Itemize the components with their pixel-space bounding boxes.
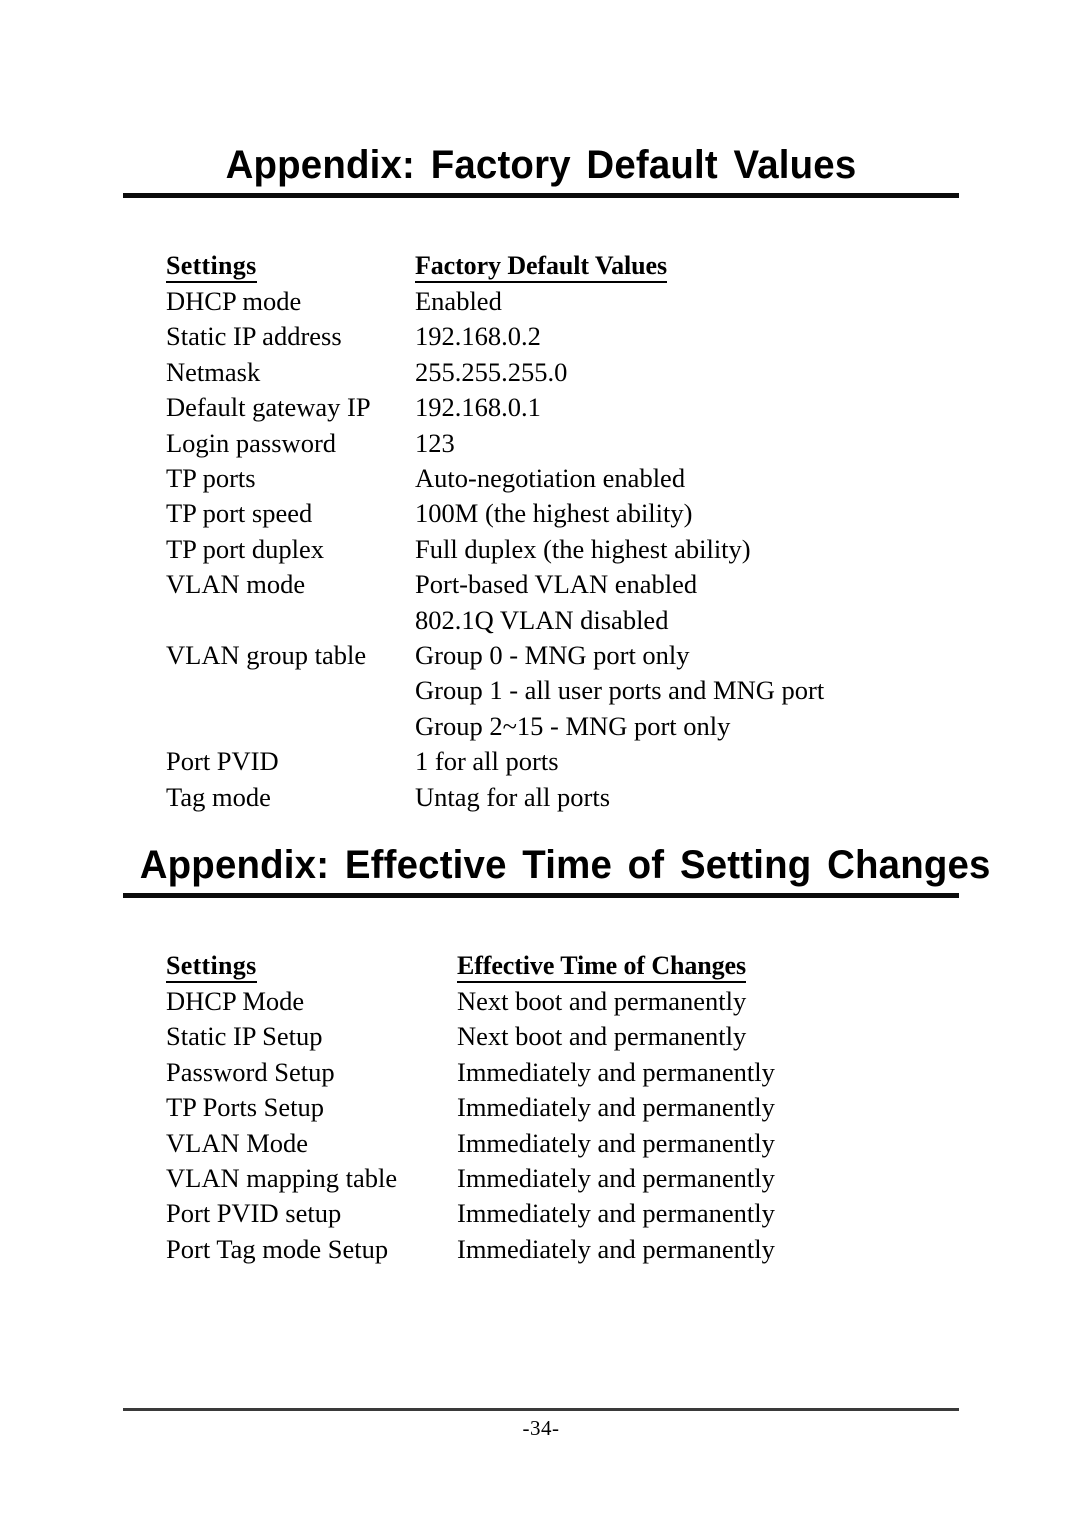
- setting-value: Immediately and permanently: [457, 1233, 775, 1264]
- factory-default-values-table: Settings Factory Default Values DHCP mod…: [166, 248, 824, 815]
- column-header-settings: Settings: [166, 248, 415, 284]
- setting-name: TP Ports Setup: [166, 1092, 325, 1123]
- setting-name: DHCP Mode: [166, 986, 305, 1016]
- setting-name: VLAN Mode: [166, 1127, 309, 1158]
- table-row: Static IP address 192.168.0.2: [166, 319, 824, 354]
- heading-title: Appendix: Effective Time of Setting Chan…: [139, 843, 991, 887]
- setting-value: 255.255.255.0: [415, 356, 568, 387]
- setting-value: 123: [415, 427, 455, 458]
- table-row: DHCP mode Enabled: [166, 284, 824, 319]
- table-row: Port PVID setup Immediately and permanen…: [166, 1196, 775, 1231]
- table-header-row: Settings Factory Default Values: [166, 248, 824, 284]
- table-row: Tag mode Untag for all ports: [166, 780, 824, 815]
- setting-name: VLAN mode: [166, 569, 306, 600]
- setting-value: 192.168.0.1: [415, 392, 541, 423]
- setting-name: Port Tag mode Setup: [166, 1233, 389, 1264]
- table-header-row: Settings Effective Time of Changes: [166, 948, 775, 984]
- setting-value: 192.168.0.2: [415, 321, 541, 352]
- setting-name: TP port duplex: [166, 533, 325, 564]
- heading-underline-rule: [123, 193, 959, 198]
- effective-time-of-changes-table: Settings Effective Time of Changes DHCP …: [166, 948, 775, 1267]
- setting-value-line: Group 0 - MNG port only: [415, 640, 690, 671]
- setting-name: VLAN mapping table: [166, 1163, 398, 1194]
- setting-value: 100M (the highest ability): [415, 498, 693, 529]
- setting-value: Group 0 - MNG port only Group 1 - all us…: [415, 638, 824, 744]
- setting-name: Netmask: [166, 356, 261, 387]
- setting-name: TP port speed: [166, 498, 313, 529]
- setting-value: Immediately and permanently: [457, 1127, 775, 1158]
- setting-value: Immediately and permanently: [457, 1163, 775, 1194]
- setting-value-line: 802.1Q VLAN disabled: [415, 604, 669, 635]
- setting-value: Next boot and permanently: [457, 1021, 747, 1052]
- setting-value: 1 for all ports: [415, 746, 559, 777]
- setting-value-line: Group 2~15 - MNG port only: [415, 710, 731, 741]
- setting-name: Static IP Setup: [166, 1021, 323, 1052]
- heading-underline-rule: [123, 893, 959, 898]
- setting-name: Default gateway IP: [166, 392, 371, 423]
- setting-name: VLAN group table: [166, 640, 367, 671]
- table-row: Password Setup Immediately and permanent…: [166, 1055, 775, 1090]
- table-row: VLAN mode Port-based VLAN enabled 802.1Q…: [166, 567, 824, 638]
- setting-value: Port-based VLAN enabled 802.1Q VLAN disa…: [415, 567, 824, 638]
- table-row: Default gateway IP 192.168.0.1: [166, 390, 824, 425]
- footer-divider-rule: [123, 1408, 959, 1411]
- setting-value: Next boot and permanently: [457, 986, 747, 1016]
- table-row: TP ports Auto-negotiation enabled: [166, 461, 824, 496]
- setting-value: Immediately and permanently: [457, 1198, 775, 1229]
- page-number: -34-: [522, 1415, 560, 1440]
- setting-value: Full duplex (the highest ability): [415, 533, 751, 564]
- setting-name: Port PVID setup: [166, 1198, 342, 1229]
- setting-value-line: Port-based VLAN enabled: [415, 569, 698, 600]
- table-row: TP port speed 100M (the highest ability): [166, 496, 824, 531]
- page-footer: -34-: [123, 1408, 959, 1441]
- column-header-values: Effective Time of Changes: [457, 948, 775, 984]
- table-row: VLAN group table Group 0 - MNG port only…: [166, 638, 824, 744]
- appendix-effective-time-heading: Appendix: Effective Time of Setting Chan…: [123, 842, 991, 898]
- setting-name: Login password: [166, 427, 337, 458]
- document-page: Appendix: Factory Default Values Setting…: [0, 0, 1080, 1537]
- appendix-factory-defaults-heading: Appendix: Factory Default Values: [123, 142, 959, 198]
- setting-value: Immediately and permanently: [457, 1092, 775, 1123]
- setting-name: DHCP mode: [166, 286, 302, 316]
- table-row: DHCP Mode Next boot and permanently: [166, 984, 775, 1019]
- table-row: VLAN mapping table Immediately and perma…: [166, 1161, 775, 1196]
- setting-name: Static IP address: [166, 321, 342, 352]
- table-row: Port PVID 1 for all ports: [166, 744, 824, 779]
- setting-name: Tag mode: [166, 781, 271, 812]
- setting-name: Password Setup: [166, 1056, 335, 1087]
- table-row: TP port duplex Full duplex (the highest …: [166, 532, 824, 567]
- table-row: Netmask 255.255.255.0: [166, 355, 824, 390]
- table-row: TP Ports Setup Immediately and permanent…: [166, 1090, 775, 1125]
- table-row: Static IP Setup Next boot and permanentl…: [166, 1019, 775, 1054]
- table-row: VLAN Mode Immediately and permanently: [166, 1126, 775, 1161]
- setting-value-line: Group 1 - all user ports and MNG port: [415, 675, 825, 706]
- setting-value: Untag for all ports: [415, 781, 611, 812]
- column-header-values: Factory Default Values: [415, 248, 824, 284]
- setting-value: Immediately and permanently: [457, 1056, 775, 1087]
- table-row: Login password 123: [166, 426, 824, 461]
- setting-value: Enabled: [415, 286, 502, 316]
- setting-value: Auto-negotiation enabled: [415, 463, 686, 494]
- setting-name: TP ports: [166, 463, 256, 494]
- table-row: Port Tag mode Setup Immediately and perm…: [166, 1232, 775, 1267]
- column-header-settings: Settings: [166, 948, 457, 984]
- heading-title: Appendix: Factory Default Values: [225, 143, 857, 187]
- setting-name: Port PVID: [166, 746, 279, 777]
